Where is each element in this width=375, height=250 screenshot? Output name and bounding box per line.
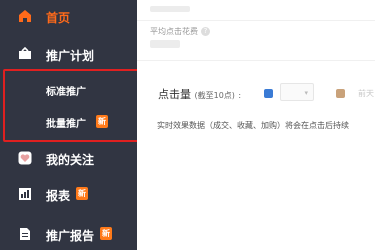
report-icon bbox=[19, 188, 31, 200]
help-icon[interactable]: ? bbox=[201, 27, 210, 36]
sidebar-item-promo-report-label: 推广报告 bbox=[46, 229, 95, 243]
sidebar-item-home-label: 首页 bbox=[46, 11, 71, 25]
sidebar-item-favorites-label: 我的关注 bbox=[46, 153, 95, 167]
sidebar-item-favorites[interactable]: 我的关注 bbox=[0, 148, 137, 168]
series-select[interactable]: ▾ bbox=[280, 83, 314, 101]
metric-label-text: 平均点击花费 bbox=[150, 27, 198, 36]
series-color-swatch[interactable] bbox=[264, 89, 273, 98]
sidebar-item-promo-report[interactable]: 推广报告 新 bbox=[0, 224, 137, 244]
click-subtitle: (截至10点) bbox=[194, 91, 235, 100]
sidebar-item-reports-label: 报表 bbox=[46, 189, 71, 203]
sidebar-item-campaigns-label: 推广计划 bbox=[46, 49, 95, 63]
heart-icon bbox=[18, 151, 32, 165]
series-color-swatch[interactable] bbox=[336, 89, 345, 98]
sidebar-item-campaigns[interactable]: 推广计划 bbox=[0, 44, 137, 64]
metric-label: 平均点击花费? bbox=[150, 26, 210, 37]
click-metric-title: 点击量 (截至10点) : bbox=[158, 86, 241, 102]
compare-period-label: 前天 bbox=[358, 89, 374, 98]
new-badge: 新 bbox=[76, 187, 88, 200]
divider bbox=[137, 60, 375, 61]
blurred-value bbox=[150, 6, 190, 12]
briefcase-icon bbox=[19, 47, 31, 59]
sidebar-item-reports[interactable]: 报表 新 bbox=[0, 184, 137, 204]
document-icon bbox=[20, 228, 30, 240]
chevron-down-icon: ▾ bbox=[304, 89, 308, 97]
home-icon bbox=[19, 10, 31, 22]
divider bbox=[137, 20, 375, 21]
new-badge: 新 bbox=[100, 227, 112, 240]
realtime-notice: 实时效果数据（成交、收藏、加购）将会在点击后持续 bbox=[157, 121, 349, 130]
click-title-text: 点击量 bbox=[158, 88, 191, 101]
sidebar-item-home[interactable]: 首页 bbox=[0, 6, 137, 26]
colon: : bbox=[238, 91, 242, 100]
blurred-value bbox=[150, 40, 180, 48]
